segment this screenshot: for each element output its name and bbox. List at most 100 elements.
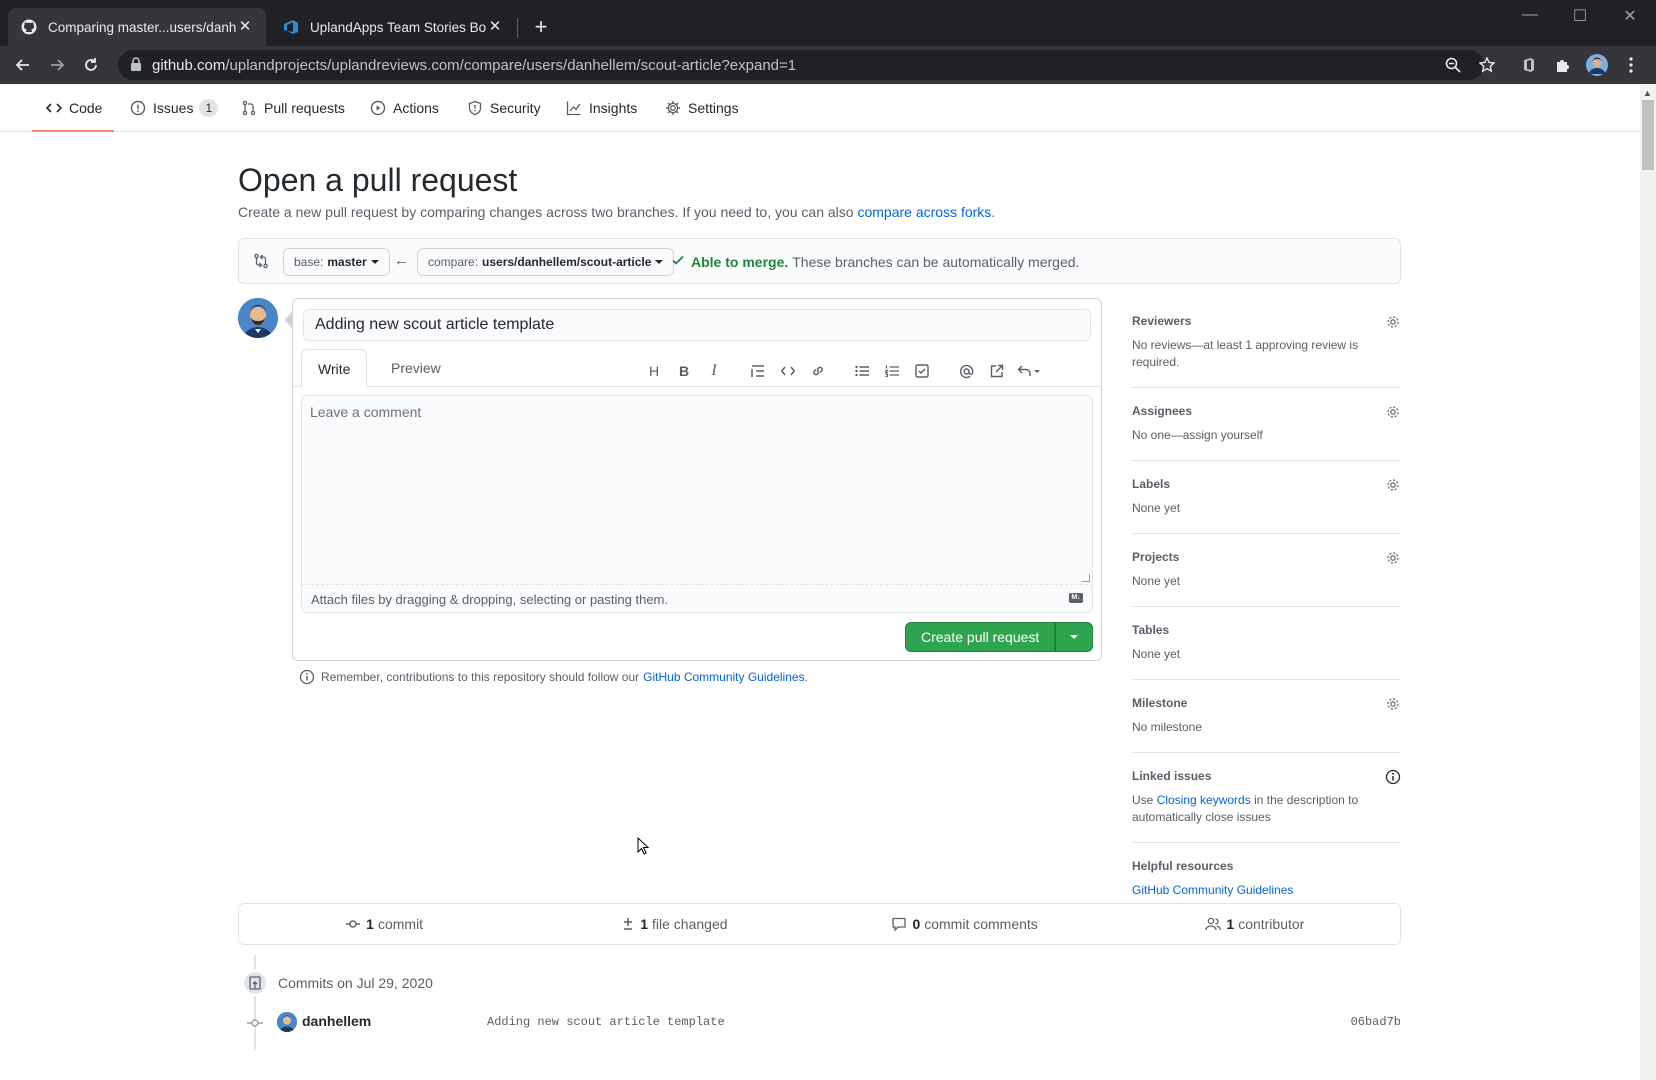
gear-icon[interactable] bbox=[1385, 404, 1401, 420]
close-icon[interactable]: ✕ bbox=[486, 18, 504, 36]
window-close-icon[interactable]: ✕ bbox=[1610, 6, 1650, 30]
issue-icon bbox=[130, 100, 146, 116]
sidebar-heading[interactable]: Milestone bbox=[1132, 696, 1401, 710]
closing-keywords-link[interactable]: Closing keywords bbox=[1157, 793, 1251, 807]
sidebar-heading[interactable]: Assignees bbox=[1132, 404, 1401, 418]
task-list-icon[interactable] bbox=[907, 361, 937, 381]
comment-textarea[interactable]: Leave a comment bbox=[301, 395, 1093, 585]
attach-files-bar[interactable]: Attach files by dragging & dropping, sel… bbox=[301, 585, 1093, 613]
commits-date-heading: Commits on Jul 29, 2020 bbox=[242, 970, 433, 996]
sidebar-heading[interactable]: Labels bbox=[1132, 477, 1401, 491]
sidebar-milestone: Milestone No milestone bbox=[1132, 680, 1401, 753]
new-tab-icon[interactable]: + bbox=[528, 14, 554, 40]
italic-icon[interactable]: I bbox=[699, 361, 729, 381]
cross-reference-icon[interactable] bbox=[981, 361, 1011, 381]
tab-pull-requests[interactable]: Pull requests bbox=[241, 84, 345, 132]
compare-branch-name: users/danhellem/scout-article bbox=[482, 255, 652, 269]
sidebar-value: Use Closing keywords in the description … bbox=[1132, 792, 1401, 826]
sidebar-heading[interactable]: Reviewers bbox=[1132, 314, 1401, 328]
files-changed-tab[interactable]: 1 file changed bbox=[529, 904, 819, 944]
lock-icon bbox=[130, 56, 142, 74]
menu-kebab-icon[interactable] bbox=[1618, 52, 1644, 78]
compare-branch-select[interactable]: compare: users/danhellem/scout-article bbox=[417, 248, 675, 276]
base-branch-name: master bbox=[327, 255, 367, 269]
sidebar-value[interactable]: No one—assign yourself bbox=[1132, 427, 1401, 444]
minimize-icon[interactable]: — bbox=[1510, 6, 1550, 30]
create-options-dropdown[interactable] bbox=[1055, 622, 1094, 652]
back-icon[interactable] bbox=[10, 52, 36, 78]
compare-across-forks-link[interactable]: compare across forks bbox=[857, 204, 991, 220]
sidebar-value: None yet bbox=[1132, 501, 1181, 515]
create-pull-request-group: Create pull request bbox=[905, 622, 1094, 652]
tab-code[interactable]: Code bbox=[46, 84, 102, 132]
tab-label: Pull requests bbox=[264, 100, 345, 116]
code-icon[interactable] bbox=[773, 361, 803, 381]
profile-avatar[interactable] bbox=[1584, 52, 1610, 78]
commit-message-link[interactable]: Adding new scout article template bbox=[487, 1015, 725, 1029]
mention-icon[interactable] bbox=[951, 361, 981, 381]
title-input[interactable]: Adding new scout article template bbox=[303, 309, 1091, 341]
close-icon[interactable]: ✕ bbox=[236, 18, 254, 36]
tab-preview[interactable]: Preview bbox=[375, 349, 457, 387]
quote-icon[interactable] bbox=[743, 361, 773, 381]
sidebar-labels: Labels None yet bbox=[1132, 461, 1401, 534]
helpful-guidelines-link[interactable]: GitHub Community Guidelines bbox=[1132, 883, 1293, 897]
browser-tab-active[interactable]: Comparing master...users/danhel ✕ bbox=[8, 8, 266, 46]
commits-tab[interactable]: 1 commit bbox=[239, 904, 529, 944]
gear-icon[interactable] bbox=[1385, 550, 1401, 566]
base-branch-select[interactable]: base: master bbox=[283, 248, 390, 276]
tab-settings[interactable]: Settings bbox=[665, 84, 739, 132]
bold-icon[interactable]: B bbox=[669, 361, 699, 381]
forward-icon[interactable] bbox=[44, 52, 70, 78]
link-icon[interactable] bbox=[803, 361, 833, 381]
info-icon bbox=[299, 669, 315, 685]
avatar[interactable] bbox=[277, 1012, 297, 1032]
linked-pre: Use bbox=[1132, 793, 1154, 807]
repo-push-icon bbox=[242, 970, 268, 996]
tab-security[interactable]: Security bbox=[467, 84, 541, 132]
sidebar-heading[interactable]: Projects bbox=[1132, 550, 1401, 564]
sidebar-value: No milestone bbox=[1132, 720, 1203, 734]
tab-issues[interactable]: Issues 1 bbox=[130, 84, 219, 132]
tab-label: Actions bbox=[393, 100, 439, 116]
pull-request-icon bbox=[241, 100, 257, 116]
commit-sha-link[interactable]: 06bad7b bbox=[1351, 1015, 1401, 1029]
star-icon[interactable] bbox=[1474, 52, 1500, 78]
unordered-list-icon[interactable] bbox=[847, 361, 877, 381]
avatar[interactable] bbox=[238, 298, 278, 338]
selected-tab-underline bbox=[32, 130, 114, 132]
subtitle-text: Create a new pull request by comparing c… bbox=[238, 204, 854, 220]
resize-handle-icon[interactable] bbox=[1082, 574, 1090, 582]
contributors-label: contributor bbox=[1238, 916, 1305, 932]
scroll-up-icon[interactable]: ▲ bbox=[1643, 88, 1652, 98]
files-label: file changed bbox=[652, 916, 728, 932]
markdown-icon[interactable]: M↓ bbox=[1069, 593, 1083, 603]
reply-icon[interactable] bbox=[1011, 361, 1047, 381]
files-count: 1 bbox=[640, 916, 649, 932]
tab-actions[interactable]: Actions bbox=[370, 84, 439, 132]
tab-write[interactable]: Write bbox=[301, 349, 368, 388]
contributors-tab[interactable]: 1 contributor bbox=[1110, 904, 1400, 944]
address-bar[interactable]: github.com/uplandprojects/uplandreviews.… bbox=[118, 50, 1484, 80]
commit-comments-tab[interactable]: 0 commit comments bbox=[820, 904, 1110, 944]
zoom-icon[interactable] bbox=[1440, 52, 1466, 78]
info-icon[interactable] bbox=[1385, 769, 1401, 785]
gear-icon[interactable] bbox=[1385, 477, 1401, 493]
reload-icon[interactable] bbox=[78, 52, 104, 78]
create-pull-request-button[interactable]: Create pull request bbox=[905, 622, 1056, 652]
puzzle-icon[interactable] bbox=[1550, 52, 1576, 78]
heading-icon[interactable]: H bbox=[639, 361, 669, 381]
community-guidelines-link[interactable]: GitHub Community Guidelines bbox=[643, 670, 804, 684]
gear-icon[interactable] bbox=[1385, 314, 1401, 330]
tab-insights[interactable]: Insights bbox=[566, 84, 637, 132]
people-icon bbox=[1205, 916, 1222, 932]
ordered-list-icon[interactable] bbox=[877, 361, 907, 381]
extension-office-icon[interactable] bbox=[1516, 52, 1542, 78]
gear-icon[interactable] bbox=[1385, 696, 1401, 712]
markdown-toolbar: H B I bbox=[639, 361, 1047, 381]
commit-author-link[interactable]: danhellem bbox=[302, 1013, 371, 1029]
maximize-icon[interactable]: ☐ bbox=[1560, 6, 1600, 30]
page-scrollbar[interactable]: ▲ bbox=[1640, 84, 1656, 1080]
browser-tab-inactive[interactable]: UplandApps Team Stories Board ✕ bbox=[270, 8, 516, 46]
scrollbar-thumb[interactable] bbox=[1642, 100, 1654, 170]
